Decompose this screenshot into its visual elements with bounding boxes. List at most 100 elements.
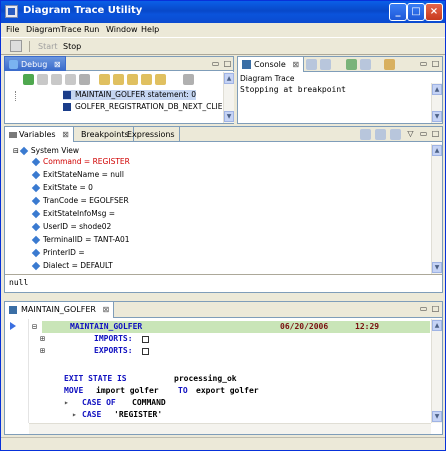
tab-debug[interactable]: Debug ⊠: [4, 56, 66, 71]
minimize-icon[interactable]: ▭: [210, 59, 221, 69]
collapse-arrow-icon[interactable]: ▸: [72, 409, 77, 421]
clear-console-icon[interactable]: [306, 59, 317, 70]
imports-box[interactable]: [142, 336, 149, 343]
variable-label: TranCode = EGOLFSER: [43, 196, 129, 205]
drop-frame-icon[interactable]: [141, 74, 152, 85]
menu-run[interactable]: Run: [84, 25, 99, 34]
bug-icon: [9, 60, 18, 69]
scroll-down-icon[interactable]: ▼: [432, 262, 442, 273]
tab-breakpoints-label: Breakpoints: [81, 130, 129, 139]
variable-row[interactable]: TranCode = EGOLFSER: [31, 196, 129, 206]
console-tabbar: Console ⊠ ▭ □: [237, 56, 442, 72]
tab-console[interactable]: Console ⊠: [237, 56, 305, 72]
step-return-icon[interactable]: [127, 74, 138, 85]
show-type-names-icon[interactable]: [360, 129, 371, 140]
editor-hscroll[interactable]: [29, 423, 431, 434]
variable-row[interactable]: ExitStateInfoMsg =: [31, 209, 115, 219]
minimize-icon[interactable]: ▭: [418, 59, 429, 69]
terminate-icon[interactable]: [51, 74, 62, 85]
tab-variables-label: Variables: [19, 130, 56, 139]
variable-row[interactable]: ExitStateName = null: [31, 170, 124, 180]
maximize-icon[interactable]: □: [430, 59, 441, 69]
variable-row[interactable]: PrinterID =: [31, 248, 85, 258]
tab-console-label: Console: [254, 60, 286, 69]
use-step-filters-icon[interactable]: [155, 74, 166, 85]
console-vscroll[interactable]: ▲ ▼: [431, 83, 442, 123]
menu-diagramtrace[interactable]: DiagramTrace: [26, 25, 82, 34]
close-icon[interactable]: ⊠: [292, 60, 299, 69]
variable-row[interactable]: Command = REGISTER: [31, 157, 130, 167]
start-button[interactable]: Start: [38, 42, 58, 51]
scroll-up-icon[interactable]: ▲: [224, 73, 234, 84]
tab-maintain-golfer[interactable]: MAINTAIN_GOLFER ⊠: [4, 301, 115, 318]
close-icon[interactable]: ⊠: [103, 305, 110, 314]
debug-row[interactable]: MAINTAIN_GOLFER statement: 0: [63, 90, 196, 100]
pin-console-icon[interactable]: [346, 59, 357, 70]
remove-icon[interactable]: [79, 74, 90, 85]
tab-variables[interactable]: Variables ⊠: [4, 126, 74, 142]
title-bar: Diagram Trace Utility _ □ ×: [1, 1, 445, 23]
open-console-icon[interactable]: [384, 59, 395, 70]
application-window: Diagram Trace Utility _ □ × File Diagram…: [0, 0, 446, 451]
app-icon: [5, 5, 18, 18]
debug-row[interactable]: GOLFER_REGISTRATION_DB_NEXT_CLIEN: [63, 102, 223, 112]
minimize-icon[interactable]: ▭: [418, 304, 429, 314]
close-icon[interactable]: ⊠: [54, 60, 61, 69]
maximize-icon[interactable]: □: [430, 129, 441, 139]
resume-icon[interactable]: [23, 74, 34, 85]
view-menu-icon[interactable]: [183, 74, 194, 85]
scroll-up-icon[interactable]: ▲: [432, 320, 442, 331]
minimize-icon[interactable]: ▭: [418, 129, 429, 139]
close-icon[interactable]: ⊠: [62, 130, 69, 139]
suspend-icon[interactable]: [37, 74, 48, 85]
scroll-down-icon[interactable]: ▼: [432, 111, 442, 122]
scroll-up-icon[interactable]: ▲: [432, 84, 442, 95]
debug-vscroll[interactable]: ▲ ▼: [223, 72, 234, 123]
variable-row[interactable]: TerminalID = TANT-A01: [31, 235, 130, 245]
maximize-icon[interactable]: □: [430, 304, 441, 314]
scroll-up-icon[interactable]: ▲: [432, 145, 442, 156]
scroll-down-icon[interactable]: ▼: [432, 411, 442, 422]
maximize-button[interactable]: □: [407, 3, 425, 21]
editor-tabbar: MAINTAIN_GOLFER ⊠ ▭ □: [4, 301, 442, 318]
variable-row[interactable]: Dialect = DEFAULT: [31, 261, 113, 271]
stop-button[interactable]: Stop: [63, 42, 81, 51]
variable-row[interactable]: ExitState = 0: [31, 183, 93, 193]
step-over-icon[interactable]: [113, 74, 124, 85]
code-header-date: 06/20/2006: [280, 322, 329, 331]
scroll-lock-icon[interactable]: [320, 59, 331, 70]
tree-node-root[interactable]: ⊟ System View: [13, 146, 79, 156]
collapse-arrow-icon[interactable]: ▸: [64, 397, 69, 409]
show-logical-structure-icon[interactable]: [375, 129, 386, 140]
collapse-icon[interactable]: ⊟: [13, 147, 19, 155]
variable-detail: null: [9, 278, 29, 287]
view-menu-icon[interactable]: ▽: [405, 129, 416, 139]
new-icon[interactable]: [10, 40, 22, 52]
menu-file[interactable]: File: [6, 25, 19, 34]
collapse-all-icon[interactable]: [390, 129, 401, 140]
collapse-icon[interactable]: ⊟: [32, 321, 37, 333]
expand-icon[interactable]: ⊞: [40, 333, 45, 345]
code-move-source: import golfer: [96, 386, 159, 395]
menu-window[interactable]: Window: [106, 25, 138, 34]
disconnect-icon[interactable]: [65, 74, 76, 85]
variable-row[interactable]: UserID = shode02: [31, 222, 111, 232]
console-output: Stopping at breakpoint: [240, 85, 346, 94]
step-into-icon[interactable]: [99, 74, 110, 85]
minimize-button[interactable]: _: [389, 3, 407, 21]
close-button[interactable]: ×: [425, 3, 443, 21]
editor-margin: [5, 319, 29, 423]
split-divider[interactable]: [5, 274, 442, 275]
toolbar-separator: [29, 41, 30, 52]
expand-icon[interactable]: ⊞: [40, 345, 45, 357]
maximize-icon[interactable]: □: [222, 59, 233, 69]
menu-help[interactable]: Help: [141, 25, 159, 34]
editor-panel: MAINTAIN_GOLFER ⊠ ▭ □ ⊟ MAINTAIN_GOLFER …: [4, 301, 443, 435]
exports-box[interactable]: [142, 348, 149, 355]
editor-vscroll[interactable]: ▲ ▼: [431, 319, 442, 423]
scroll-down-icon[interactable]: ▼: [224, 111, 234, 122]
tab-expressions[interactable]: Expressions: [123, 127, 180, 142]
variables-vscroll[interactable]: ▲ ▼: [431, 144, 442, 274]
tab-expressions-label: Expressions: [127, 130, 175, 139]
display-console-icon[interactable]: [360, 59, 371, 70]
